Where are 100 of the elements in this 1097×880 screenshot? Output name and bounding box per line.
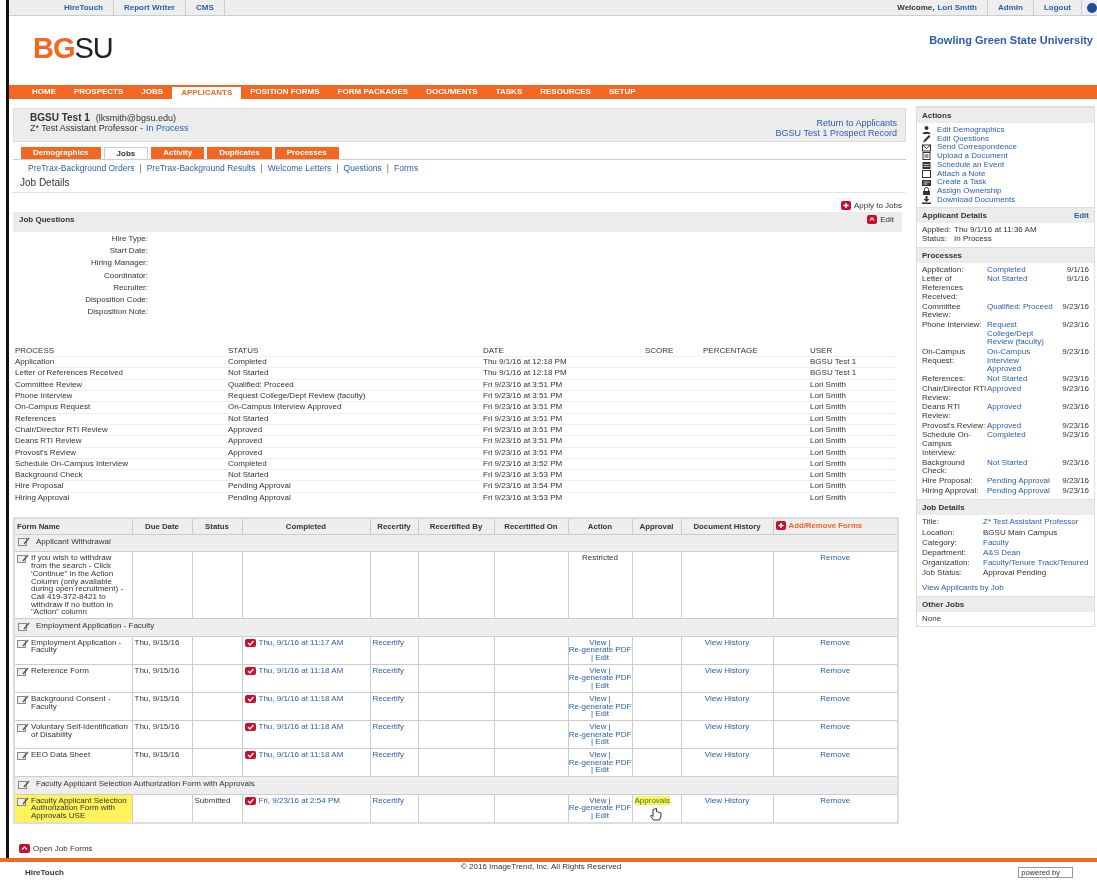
process-status-link[interactable]: Completed — [987, 265, 1055, 275]
action-link[interactable]: Download Documents — [937, 195, 1016, 205]
sub-link[interactable]: Questions — [343, 163, 382, 173]
form-icon — [17, 666, 29, 676]
process-status-link[interactable]: Qualified: Proceed — [987, 302, 1055, 320]
column-header: PROCESS — [15, 345, 228, 357]
remove-link[interactable]: Remove — [820, 795, 851, 805]
action-link[interactable]: Re-generate PDF — [568, 646, 632, 654]
remove-link[interactable]: Remove — [820, 553, 851, 563]
action-link[interactable]: Send Correspondence — [937, 143, 1018, 153]
process-status-link[interactable]: Approved — [987, 403, 1055, 421]
history-link[interactable]: View History — [704, 750, 750, 760]
edit-link[interactable]: Edit — [880, 215, 894, 224]
remove-link[interactable]: Remove — [820, 721, 851, 731]
process-status-link[interactable]: Pending Approval — [987, 486, 1055, 496]
status-link[interactable]: In Process — [145, 123, 189, 133]
form-icon — [18, 621, 30, 631]
remove-link[interactable]: Remove — [820, 693, 851, 703]
action-link[interactable]: Re-generate PDF — [568, 804, 632, 813]
sub-link[interactable]: Welcome Letters — [267, 163, 332, 173]
action-link[interactable]: Edit — [595, 654, 609, 662]
action-link[interactable]: Schedule an Event — [937, 160, 1005, 170]
table-cell: Not Started — [228, 470, 269, 480]
action-link[interactable]: Edit — [595, 766, 609, 775]
table-cell: Lori Smith — [810, 436, 846, 446]
action-link[interactable]: Edit Demographics — [937, 126, 1005, 135]
view-applicants-link[interactable]: View Applicants by Job — [922, 584, 1089, 593]
action-link[interactable]: Assign Ownership — [937, 186, 1002, 196]
action-link[interactable]: Edit — [595, 682, 609, 690]
action-link[interactable]: Re-generate PDF — [568, 758, 632, 767]
panel-title: Processes — [922, 250, 963, 260]
action-link[interactable]: View — [589, 751, 607, 759]
action-link[interactable]: Create a Task — [937, 178, 987, 187]
header-link[interactable]: Return to Applicants — [816, 118, 897, 128]
column-header: DATE — [483, 345, 645, 357]
remove-link[interactable]: Remove — [820, 750, 851, 760]
process-status-link[interactable]: Completed — [987, 431, 1055, 458]
history-link[interactable]: View History — [704, 721, 750, 731]
action-link[interactable]: Edit — [595, 710, 609, 718]
completed-date-link[interactable]: Fri, 9/23/16 at 2:54 PM — [258, 796, 340, 805]
action-link[interactable]: Re-generate PDF — [568, 674, 632, 683]
completed-date-link[interactable]: Thu, 9/1/16 at 11:18 AM — [258, 723, 344, 731]
separator: | — [608, 722, 611, 731]
process-status-link[interactable]: On-Campus Interview Approved — [987, 348, 1055, 375]
top-link[interactable]: Admin — [988, 0, 1034, 15]
action-link[interactable]: View — [589, 666, 607, 675]
history-link[interactable]: View History — [704, 665, 750, 675]
detail-link[interactable]: Z* Test Assistant Professor — [983, 518, 1089, 527]
action-link[interactable]: View — [589, 694, 607, 703]
panel-title: Other Jobs — [922, 599, 965, 609]
document-icon — [922, 152, 931, 161]
process-status-link[interactable]: Not Started — [987, 375, 1055, 384]
remove-link[interactable]: Remove — [820, 665, 851, 675]
action-link[interactable]: View — [589, 722, 607, 731]
action-link[interactable]: Edit — [595, 812, 609, 820]
history-link[interactable]: View History — [704, 693, 750, 703]
action-link[interactable]: Re-generate PDF — [568, 702, 632, 711]
separator: | — [608, 666, 611, 675]
remove-link[interactable]: Remove — [820, 637, 851, 647]
action-link[interactable]: Re-generate PDF — [568, 730, 632, 739]
download-icon — [922, 195, 931, 204]
action-link[interactable]: Attach a Note — [937, 169, 986, 179]
process-status-link[interactable]: Not Started — [987, 275, 1055, 302]
detail-link[interactable]: Faculty — [983, 538, 1089, 548]
field-label: Disposition Note: — [87, 307, 148, 317]
separator: | — [608, 751, 611, 759]
sub-link[interactable]: Forms — [394, 163, 419, 173]
process-status-link[interactable]: Approved — [987, 384, 1055, 403]
apply-link[interactable]: Apply to Jobs — [853, 201, 902, 210]
completed-date-link[interactable]: Thu, 9/1/16 at 11:18 AM — [258, 751, 344, 759]
sub-link[interactable]: PreTrax-Background Orders — [28, 163, 135, 173]
action-link[interactable]: Edit Questions — [937, 134, 990, 144]
open-job-forms-link[interactable]: Open Job Forms — [33, 843, 93, 853]
sub-link[interactable]: PreTrax-Background Results — [146, 163, 256, 173]
plus-icon — [775, 521, 786, 530]
top-link[interactable]: HireTouch — [54, 0, 114, 15]
action-link[interactable]: View — [589, 796, 607, 805]
process-status-link[interactable]: Not Started — [987, 458, 1055, 476]
detail-link[interactable]: Faculty/Tenure Track/Tenured — [983, 559, 1089, 568]
process-status-link[interactable]: Pending Approval — [987, 476, 1055, 486]
process-status-link[interactable]: Approved — [987, 421, 1055, 431]
action-link[interactable]: Upload a Document — [937, 152, 1008, 161]
detail-link[interactable]: A&S Dean — [983, 548, 1089, 558]
sub-tab[interactable]: Jobs — [103, 147, 149, 159]
action-link[interactable]: View — [589, 638, 607, 647]
process-status-link[interactable]: Request College/Dept Review (faculty) — [987, 320, 1055, 348]
action-link[interactable]: Edit — [595, 738, 609, 747]
history-link[interactable]: View History — [704, 637, 750, 647]
table-cell: Lori Smith — [810, 424, 846, 434]
user-link[interactable]: Lori Smith — [937, 0, 988, 15]
column-header: SCORE — [645, 345, 703, 357]
header-link[interactable]: BGSU Test 1 Prospect Record — [775, 128, 897, 138]
edit-link[interactable]: Edit — [1073, 211, 1089, 221]
top-link[interactable]: Logout — [1033, 0, 1082, 15]
top-link[interactable]: Report Writer — [113, 0, 186, 15]
top-link[interactable]: CMS — [185, 0, 225, 15]
process-label: Hiring Approval: — [922, 486, 980, 496]
detail-label: Organization: — [922, 559, 971, 568]
history-link[interactable]: View History — [704, 795, 750, 805]
table-cell: Fri 9/23/16 at 3:51 PM — [483, 379, 563, 389]
